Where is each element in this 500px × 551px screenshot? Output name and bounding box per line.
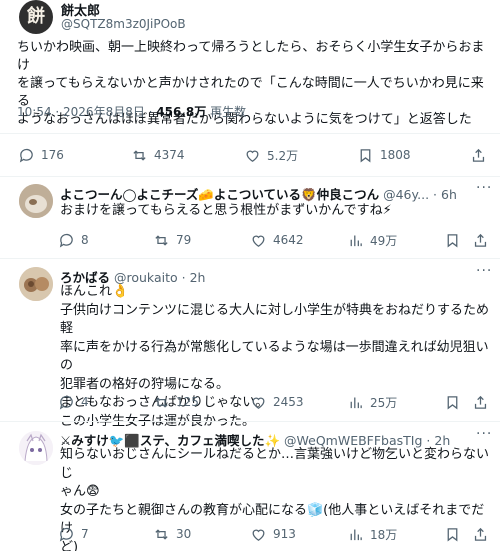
bookmark-button[interactable] <box>444 390 461 414</box>
post-text-line: ちいかわ映画、朝一上映終わって帰ろうとしたら、おそらく小学生女子からおまけ <box>17 40 485 73</box>
repost-count: 79 <box>176 233 192 247</box>
more-options-icon[interactable]: ··· <box>476 263 492 279</box>
reply-count: 7 <box>81 527 89 541</box>
reply-icon <box>59 233 73 248</box>
reply-count: 4 <box>81 395 89 409</box>
divider <box>0 133 500 134</box>
post-meta: 10:54 · 2026年8月8日 · 456.8万 再生数 <box>17 103 246 120</box>
heart-icon <box>252 397 265 409</box>
views-button[interactable]: 18万 <box>347 522 397 546</box>
reply-button[interactable]: 8 <box>58 228 89 252</box>
reply-author-name[interactable]: よこつーん◯よこチーズ🧀よこついている🦁仲良こつん <box>60 187 379 202</box>
reply-button[interactable]: 176 <box>18 143 64 167</box>
reply-icon <box>19 148 33 163</box>
more-options-icon[interactable]: ··· <box>476 180 492 196</box>
like-count: 4642 <box>273 233 304 247</box>
views-button[interactable]: 49万 <box>347 228 397 252</box>
reply-text-line: 率に声をかける行為が常態化しているような場は一歩間違えれば幼児狙いの <box>60 339 489 374</box>
reply-action-bar: 8 79 4642 49万 <box>0 228 500 252</box>
like-count: 5.2万 <box>267 148 299 163</box>
repost-count: 125 <box>176 395 199 409</box>
repost-button[interactable]: 125 <box>153 390 199 414</box>
reply-avatar-image <box>19 267 53 301</box>
reply-text-line: 子供向けコンテンツに混じる大人に対し小学生が特典をおねだりするため軽 <box>60 302 490 337</box>
repost-count: 4374 <box>154 148 185 162</box>
like-count: 2453 <box>273 395 304 409</box>
repost-button[interactable]: 79 <box>153 228 191 252</box>
repost-icon <box>155 234 168 246</box>
heart-icon <box>252 529 265 541</box>
reply-text-line: ゃん😨 <box>60 484 100 499</box>
reply-button[interactable]: 7 <box>58 522 89 546</box>
views-count: 49万 <box>370 233 398 248</box>
reply-avatar[interactable] <box>19 431 53 465</box>
repost-icon <box>155 396 168 408</box>
like-button[interactable]: 913 <box>250 522 296 546</box>
share-icon <box>474 395 487 409</box>
bookmark-icon <box>447 233 458 247</box>
reply-text-line: おまけを譲ってもらえると思う根性がまずいかんですね⚡ <box>60 203 392 218</box>
views-count: 25万 <box>370 395 398 410</box>
reply-count: 176 <box>41 148 64 162</box>
reply-age[interactable]: · 6h <box>433 187 457 202</box>
views-count: 18万 <box>370 527 398 542</box>
like-button[interactable]: 2453 <box>250 390 304 414</box>
bookmark-icon <box>360 148 371 162</box>
reply-header: よこつーん◯よこチーズ🧀よこついている🦁仲良こつん @46y... · 6h <box>60 184 457 203</box>
repost-button[interactable]: 30 <box>153 522 191 546</box>
share-button[interactable] <box>472 522 489 546</box>
bookmark-button[interactable] <box>444 228 461 252</box>
reply-avatar[interactable] <box>19 184 53 218</box>
like-button[interactable]: 5.2万 <box>244 143 298 167</box>
view-count-label: 再生数 <box>206 105 247 119</box>
main-action-bar: 176 4374 5.2万 1808 <box>0 143 500 167</box>
reply-avatar-image <box>19 184 53 218</box>
reply-avatar-image <box>19 431 53 465</box>
repost-button[interactable]: 4374 <box>131 143 185 167</box>
view-count: 456.8万 <box>156 105 207 119</box>
more-options-icon[interactable]: ··· <box>476 426 492 442</box>
share-icon <box>472 148 485 162</box>
share-icon <box>474 527 487 541</box>
analytics-icon <box>350 529 362 540</box>
reply-count: 8 <box>81 233 89 247</box>
reply-author-handle[interactable]: @46y... <box>383 187 429 202</box>
author-avatar[interactable]: 餅 <box>19 0 53 34</box>
reply-icon <box>59 395 73 410</box>
reply-avatar[interactable] <box>19 267 53 301</box>
reply-button[interactable]: 4 <box>58 390 89 414</box>
reply-action-bar: 7 30 913 18万 <box>0 522 500 546</box>
bookmark-button[interactable]: 1808 <box>357 143 411 167</box>
bookmark-count: 1808 <box>380 148 411 162</box>
post-timestamp[interactable]: 10:54 · 2026年8月8日 · <box>17 105 156 119</box>
bookmark-button[interactable] <box>444 522 461 546</box>
like-button[interactable]: 4642 <box>250 228 304 252</box>
bookmark-icon <box>447 395 458 409</box>
repost-icon <box>155 528 168 540</box>
reply-action-bar: 4 125 2453 25万 <box>0 390 500 414</box>
repost-count: 30 <box>176 527 192 541</box>
reply-text: おまけを譲ってもらえると思う根性がまずいかんですね⚡ <box>60 202 490 221</box>
share-button[interactable] <box>470 143 487 167</box>
share-button[interactable] <box>472 228 489 252</box>
analytics-icon <box>350 397 362 408</box>
views-button[interactable]: 25万 <box>347 390 397 414</box>
share-icon <box>474 233 487 247</box>
bookmark-icon <box>447 527 458 541</box>
reply-text-line: 知らないおじさんにシールねだるとか…言葉強いけど物乞いと変わらないじ <box>60 447 490 481</box>
author-handle[interactable]: @SQTZ8m3z0JiPOoB <box>61 17 186 31</box>
analytics-icon <box>350 235 362 246</box>
reply-icon <box>59 527 73 542</box>
repost-icon <box>133 149 146 161</box>
share-button[interactable] <box>472 390 489 414</box>
main-post-header: 餅 餅太郎 @SQTZ8m3z0JiPOoB <box>0 0 500 36</box>
reply-text-line: ほんこれ👌 <box>60 284 129 299</box>
heart-icon <box>252 235 265 247</box>
like-count: 913 <box>273 527 296 541</box>
heart-icon <box>246 150 259 162</box>
